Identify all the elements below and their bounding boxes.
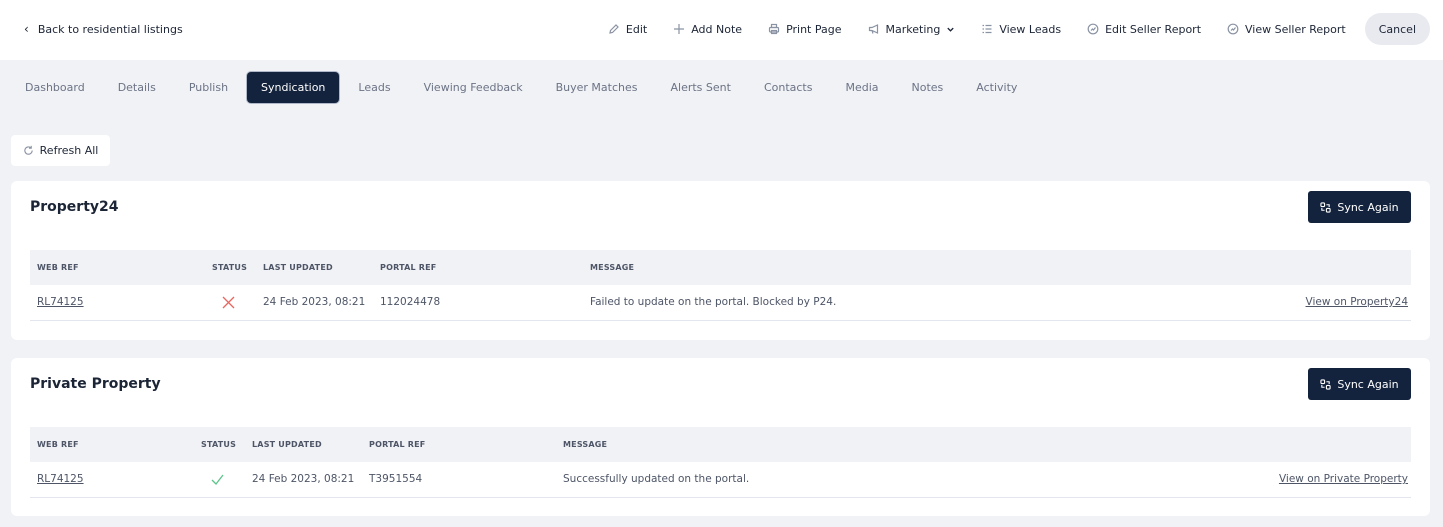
column-last-updated: LAST UPDATED [263,263,333,272]
web-ref-link[interactable]: RL74125 [37,285,84,320]
portal-title: Property24 [30,199,119,215]
portal-card-private-property: Private Property Sync Again WEB REF STAT… [11,358,1430,516]
tab-notes[interactable]: Notes [898,72,958,103]
megaphone-icon [868,24,878,34]
success-check-icon [211,474,224,485]
column-portal-ref: PORTAL REF [380,263,437,272]
column-message: MESSAGE [590,263,635,272]
message-value: Failed to update on the portal. Blocked … [590,296,837,308]
refresh-icon [24,145,33,155]
portal-ref-value: T3951554 [369,473,423,485]
edit-button[interactable]: Edit [595,13,660,45]
portal-card-property24: Property24 Sync Again WEB REF STATUS LAS… [11,181,1430,340]
column-status: STATUS [212,263,248,272]
column-web-ref: WEB REF [37,440,79,449]
pencil-icon [609,24,619,34]
edit-label: Edit [625,22,648,36]
top-bar: ‹ Back to residential listings Edit Add … [0,0,1443,60]
listing-tabs: Dashboard Details Publish Syndication Le… [11,72,1036,103]
add-note-label: Add Note [691,22,743,36]
back-link-label: Back to residential listings [37,22,183,36]
column-status: STATUS [201,440,237,449]
print-page-label: Print Page [786,22,842,36]
portal-ref-value: 112024478 [380,296,441,308]
view-leads-button[interactable]: View Leads [968,13,1074,45]
failed-x-icon [222,296,235,309]
column-portal-ref: PORTAL REF [369,440,426,449]
report-icon [1227,23,1239,35]
edit-seller-report-label: Edit Seller Report [1105,22,1202,36]
chevron-left-icon: ‹ [24,22,29,36]
view-on-portal-link[interactable]: View on Private Property [1279,462,1408,497]
tab-activity[interactable]: Activity [962,72,1031,103]
edit-seller-report-button[interactable]: Edit Seller Report [1074,13,1214,45]
back-link[interactable]: ‹ Back to residential listings [24,20,183,38]
sync-again-label: Sync Again [1337,377,1399,391]
portal-title: Private Property [30,376,161,392]
report-icon [1087,23,1099,35]
list-icon [982,24,992,34]
tab-buyer-matches[interactable]: Buyer Matches [542,72,652,103]
tab-leads[interactable]: Leads [344,72,404,103]
table-row: RL74125 24 Feb 2023, 08:21 T3951554 Succ… [30,462,1411,498]
view-on-portal-link[interactable]: View on Property24 [1306,285,1408,320]
column-web-ref: WEB REF [37,263,79,272]
plus-icon [674,24,685,34]
sync-again-button[interactable]: Sync Again [1308,368,1411,400]
tab-viewing-feedback[interactable]: Viewing Feedback [410,72,537,103]
view-seller-report-label: View Seller Report [1245,22,1346,36]
table-row: RL74125 24 Feb 2023, 08:21 112024478 Fai… [30,285,1411,321]
refresh-all-button[interactable]: Refresh All [11,135,110,166]
refresh-all-label: Refresh All [39,144,99,157]
message-value: Successfully updated on the portal. [563,473,750,485]
sync-again-label: Sync Again [1337,200,1399,214]
table-header: WEB REF STATUS LAST UPDATED PORTAL REF M… [30,250,1411,285]
header-actions: Edit Add Note Print Page Marketing View … [595,13,1430,45]
web-ref-link[interactable]: RL74125 [37,462,84,497]
chevron-down-icon [947,27,955,32]
marketing-label: Marketing [885,22,941,36]
view-seller-report-button[interactable]: View Seller Report [1214,13,1359,45]
column-last-updated: LAST UPDATED [252,440,322,449]
printer-icon [768,23,780,35]
sync-again-button[interactable]: Sync Again [1308,191,1411,223]
tab-syndication[interactable]: Syndication [247,72,340,103]
tab-contacts[interactable]: Contacts [750,72,827,103]
marketing-dropdown[interactable]: Marketing [855,13,969,45]
view-leads-label: View Leads [999,22,1062,36]
last-updated-value: 24 Feb 2023, 08:21 [252,473,355,485]
tab-media[interactable]: Media [831,72,892,103]
print-page-button[interactable]: Print Page [755,13,854,45]
cancel-button[interactable]: Cancel [1364,13,1430,45]
tab-details[interactable]: Details [104,72,170,103]
tab-publish[interactable]: Publish [175,72,242,103]
last-updated-value: 24 Feb 2023, 08:21 [263,296,366,308]
column-message: MESSAGE [563,440,608,449]
sync-icon [1320,378,1331,390]
cancel-label: Cancel [1378,22,1416,36]
sync-icon [1320,201,1331,213]
tab-dashboard[interactable]: Dashboard [11,72,99,103]
table-header: WEB REF STATUS LAST UPDATED PORTAL REF M… [30,427,1411,462]
tab-alerts-sent[interactable]: Alerts Sent [656,72,744,103]
add-note-button[interactable]: Add Note [660,13,755,45]
